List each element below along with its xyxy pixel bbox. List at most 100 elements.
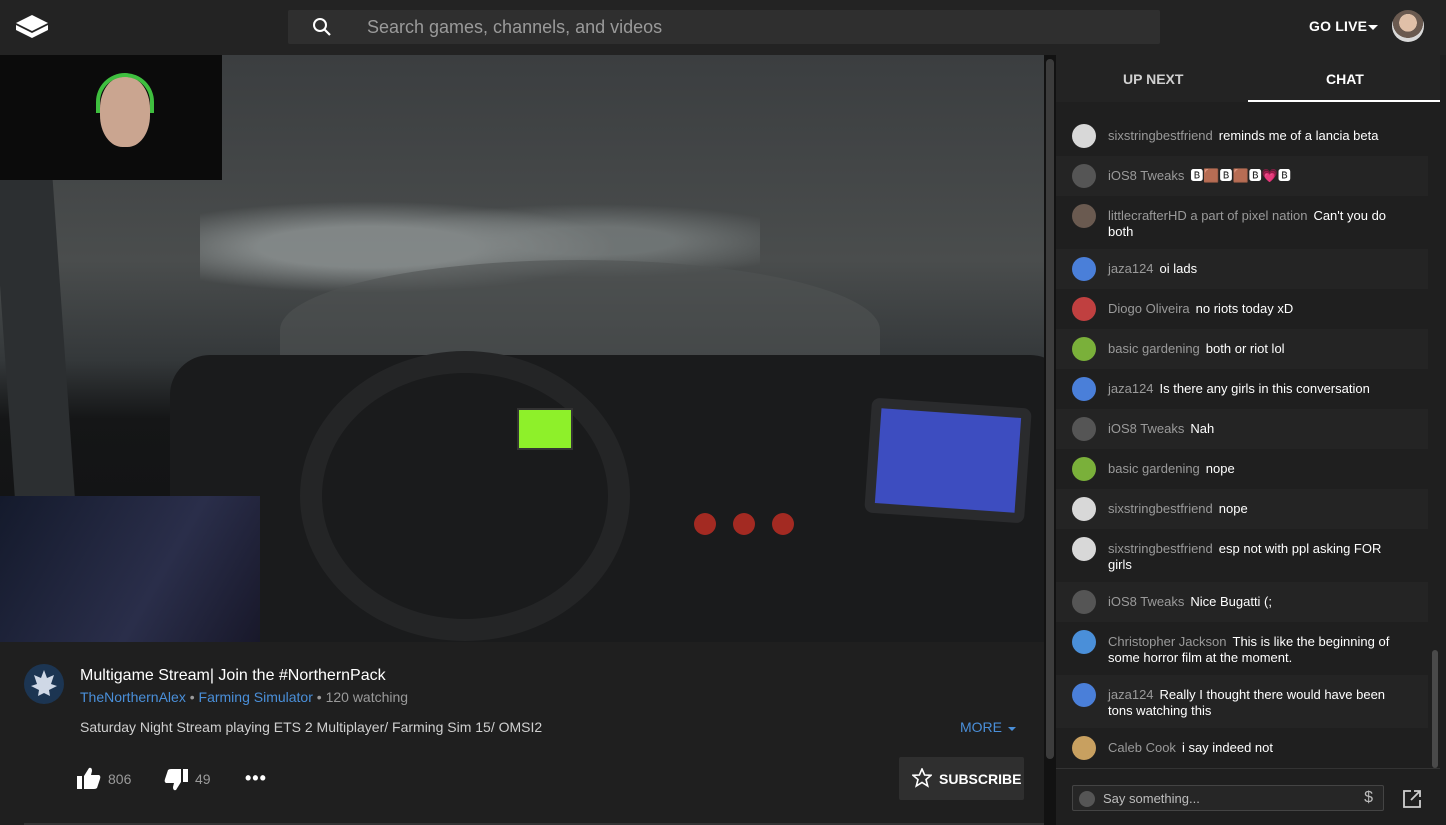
chat-author[interactable]: Caleb Cook [1108, 740, 1176, 755]
chat-author[interactable]: basic gardening [1108, 341, 1200, 356]
video-player[interactable] [0, 55, 1044, 642]
chat-message[interactable]: basic gardening both or riot lol [1056, 329, 1428, 369]
chat-message[interactable]: jaza124 Really I thought there would have… [1056, 675, 1428, 728]
chat-message[interactable]: iOS8 Tweaks Nice Bugatti (; [1056, 582, 1428, 622]
chat-message[interactable]: iOS8 Tweaks Nah [1056, 409, 1428, 449]
page-scrollbar[interactable] [1044, 55, 1056, 825]
chat-author[interactable]: Diogo Oliveira [1108, 301, 1190, 316]
dislike-count: 49 [195, 771, 211, 787]
like-count: 806 [108, 771, 132, 787]
popout-icon[interactable] [1402, 789, 1422, 809]
chat-avatar[interactable] [1072, 337, 1096, 361]
go-live-button[interactable]: GO LIVE [1309, 18, 1367, 34]
chat-message-text: iOS8 Tweaks Nice Bugatti (; [1108, 594, 1408, 610]
thumb-up-icon[interactable] [76, 766, 102, 790]
chat-author[interactable]: jaza124 [1108, 261, 1154, 276]
chat-author[interactable]: iOS8 Tweaks [1108, 594, 1184, 609]
tab-chat[interactable]: CHAT [1326, 71, 1364, 87]
chat-avatar[interactable] [1072, 630, 1096, 654]
chat-avatar[interactable] [1072, 377, 1096, 401]
chat-message-text: iOS8 Tweaks Nah [1108, 421, 1408, 437]
chat-avatar[interactable] [1072, 417, 1096, 441]
chat-avatar[interactable] [1072, 204, 1096, 228]
chat-input[interactable]: Say something... $ [1072, 785, 1384, 811]
chat-body: reminds me of a lancia beta [1218, 128, 1379, 143]
video-description: Saturday Night Stream playing ETS 2 Mult… [80, 719, 543, 735]
webcam-overlay-top [0, 55, 222, 180]
video-scene-steering-wheel [300, 351, 630, 641]
chat-avatar[interactable] [1072, 590, 1096, 614]
chat-avatar[interactable] [1072, 164, 1096, 188]
tab-up-next[interactable]: UP NEXT [1123, 71, 1183, 87]
video-meta: TheNorthernAlex • Farming Simulator • 12… [80, 689, 408, 705]
video-scene-button [733, 513, 755, 535]
youtube-gaming-logo[interactable] [14, 13, 50, 39]
thumb-down-icon[interactable] [163, 768, 189, 792]
channel-avatar[interactable] [24, 664, 64, 704]
chat-message[interactable]: sixstringbestfriend reminds me of a lanci… [1056, 116, 1428, 156]
caret-down-icon[interactable] [1008, 727, 1016, 731]
chat-body: both or riot lol [1205, 341, 1285, 356]
chat-message[interactable]: iOS8 Tweaks 🅱🟫🅱🟫🅱💗🅱 [1056, 156, 1428, 196]
chat-body: nope [1205, 461, 1235, 476]
search-bar[interactable]: Search games, channels, and videos [288, 10, 1160, 44]
headphones [96, 73, 154, 113]
chat-avatar[interactable] [1072, 736, 1096, 760]
chat-author[interactable]: Christopher Jackson [1108, 634, 1227, 649]
chat-author[interactable]: sixstringbestfriend [1108, 501, 1213, 516]
chat-message[interactable]: littlecrafterHD a part of pixel nation Ca… [1056, 196, 1428, 249]
chat-author[interactable]: sixstringbestfriend [1108, 128, 1213, 143]
chat-avatar[interactable] [1072, 297, 1096, 321]
chat-avatar[interactable] [1072, 257, 1096, 281]
chat-author[interactable]: sixstringbestfriend [1108, 541, 1213, 556]
chat-avatar[interactable] [1072, 124, 1096, 148]
chat-input-placeholder: Say something... [1103, 791, 1200, 806]
chat-scrollbar[interactable] [1432, 650, 1438, 768]
chat-author[interactable]: basic gardening [1108, 461, 1200, 476]
chat-messages[interactable]: sixstringbestfriend reminds me of a lanci… [1056, 102, 1428, 768]
channel-link[interactable]: TheNorthernAlex [80, 689, 186, 705]
search-input[interactable]: Search games, channels, and videos [367, 17, 662, 38]
video-title: Multigame Stream| Join the #NorthernPack [80, 667, 386, 684]
chat-avatar[interactable] [1072, 497, 1096, 521]
page-scrollbar-thumb[interactable] [1046, 59, 1054, 759]
chat-avatar[interactable] [1072, 457, 1096, 481]
chat-message-text: iOS8 Tweaks 🅱🟫🅱🟫🅱💗🅱 [1108, 168, 1408, 184]
chat-message[interactable]: Caleb Cook i say indeed not [1056, 728, 1428, 768]
more-horiz-icon[interactable]: ••• [245, 769, 267, 787]
chat-message-text: basic gardening both or riot lol [1108, 341, 1408, 357]
emoji-icon[interactable] [1079, 791, 1095, 807]
user-avatar[interactable] [1392, 10, 1424, 42]
chat-message[interactable]: sixstringbestfriend nope [1056, 489, 1428, 529]
game-link[interactable]: Farming Simulator [199, 689, 313, 705]
chat-body: nope [1218, 501, 1248, 516]
chat-message[interactable]: sixstringbestfriend esp not with ppl aski… [1056, 529, 1428, 582]
chat-author[interactable]: jaza124 [1108, 687, 1154, 702]
chat-message[interactable]: Diogo Oliveira no riots today xD [1056, 289, 1428, 329]
chat-message[interactable]: jaza124 oi lads [1056, 249, 1428, 289]
chat-author[interactable]: iOS8 Tweaks [1108, 421, 1184, 436]
webcam-overlay-bottom [0, 496, 260, 642]
chat-author[interactable]: iOS8 Tweaks [1108, 168, 1184, 183]
chat-author[interactable]: littlecrafterHD a part of pixel nation [1108, 208, 1307, 223]
chat-message[interactable]: Christopher Jackson This is like the begi… [1056, 622, 1428, 675]
chat-message-text: sixstringbestfriend reminds me of a lanci… [1108, 128, 1408, 144]
chat-avatar[interactable] [1072, 537, 1096, 561]
chat-body: no riots today xD [1195, 301, 1294, 316]
chat-message[interactable]: jaza124 Is there any girls in this conver… [1056, 369, 1428, 409]
video-scene-display [517, 408, 573, 450]
chat-body: Is there any girls in this conversation [1159, 381, 1370, 396]
dollar-icon[interactable]: $ [1364, 789, 1373, 807]
search-icon[interactable] [312, 17, 332, 37]
chat-message-text: jaza124 oi lads [1108, 261, 1408, 277]
chat-message-text: Caleb Cook i say indeed not [1108, 740, 1408, 756]
side-tabs: UP NEXT CHAT [1056, 55, 1440, 102]
subscribe-button[interactable]: SUBSCRIBE [899, 757, 1024, 800]
chat-avatar[interactable] [1072, 683, 1096, 707]
chat-message-text: basic gardening nope [1108, 461, 1408, 477]
more-button[interactable]: MORE [960, 719, 1002, 735]
caret-down-icon[interactable] [1368, 25, 1378, 30]
chat-author[interactable]: jaza124 [1108, 381, 1154, 396]
meta-separator: • [185, 689, 199, 705]
chat-message[interactable]: basic gardening nope [1056, 449, 1428, 489]
